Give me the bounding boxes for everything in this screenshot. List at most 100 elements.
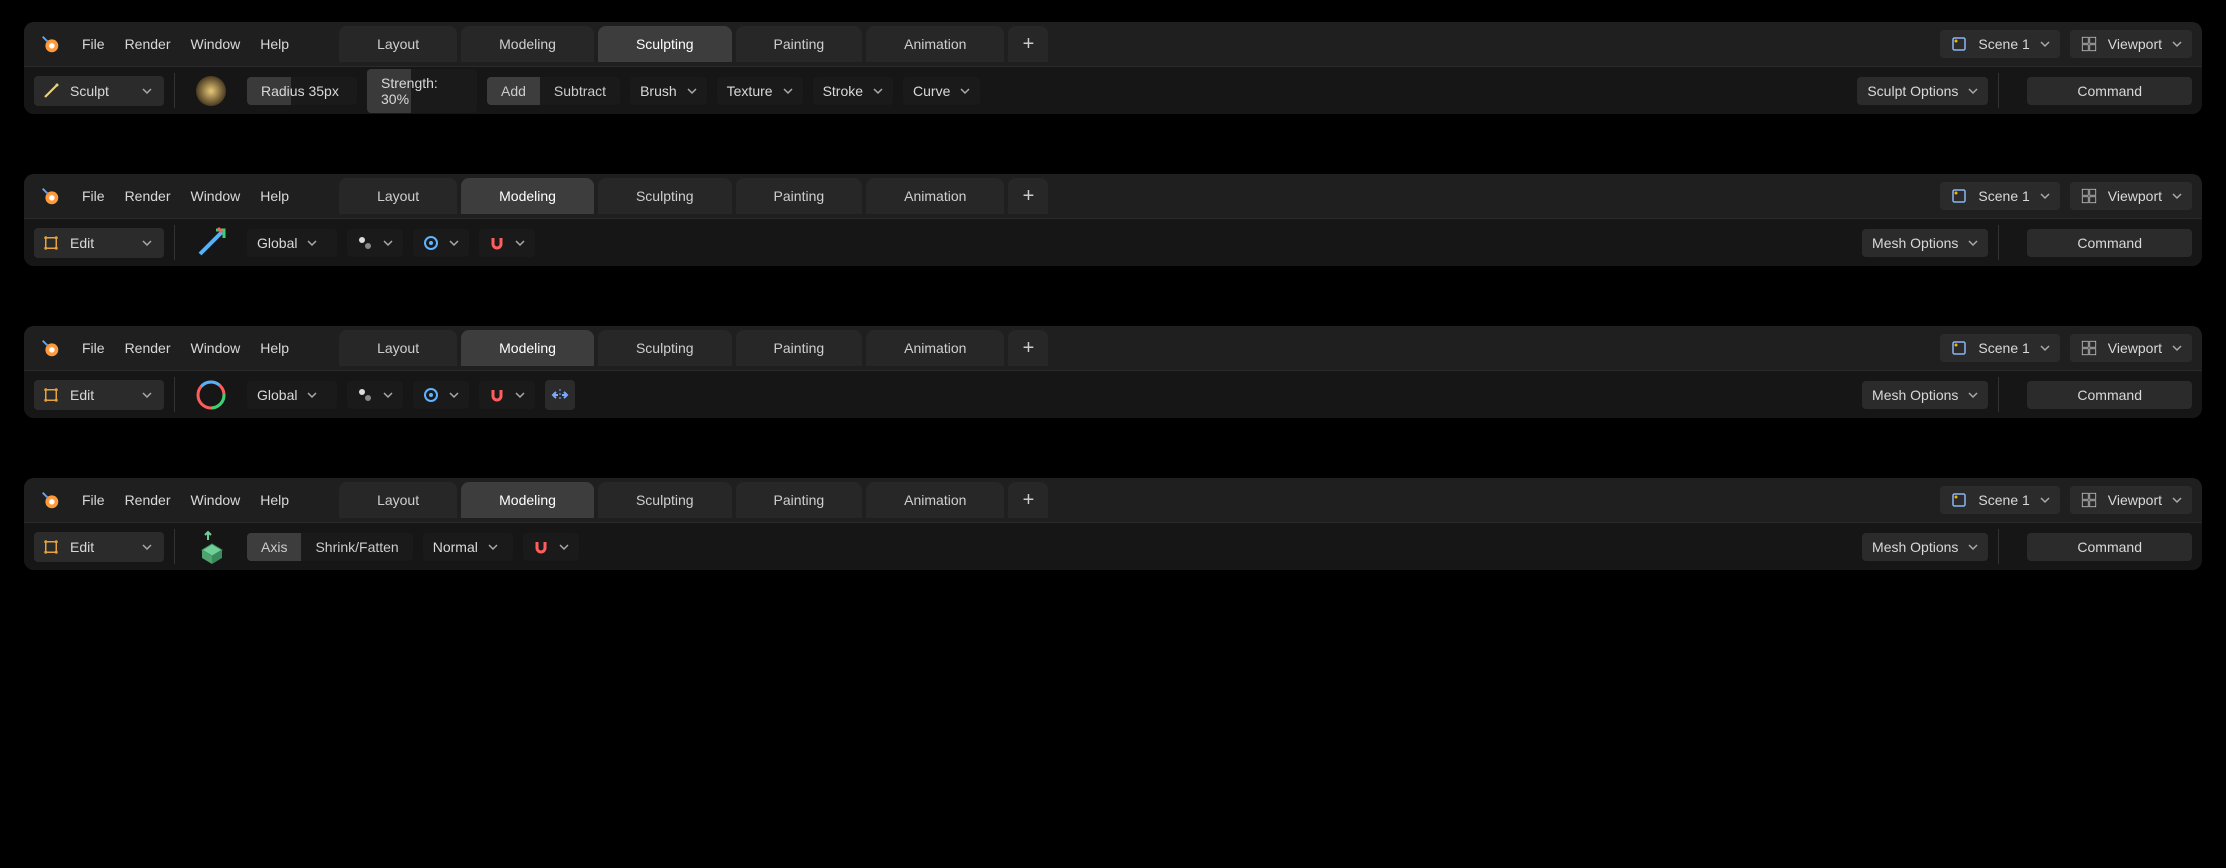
pivot-dropdown[interactable] [347, 381, 403, 409]
menu-file[interactable]: File [72, 334, 115, 362]
transform-orientation-dropdown[interactable]: Global [247, 229, 337, 257]
menu-help[interactable]: Help [250, 486, 299, 514]
brush-preview-icon[interactable] [193, 73, 229, 109]
app-logo [38, 336, 62, 360]
target-icon [423, 235, 439, 251]
menu-window[interactable]: Window [180, 486, 250, 514]
mirror-button[interactable] [545, 380, 575, 410]
brush-dropdown[interactable]: Brush [630, 77, 707, 105]
tab-layout[interactable]: Layout [339, 178, 457, 214]
mesh-options-dropdown[interactable]: Mesh Options [1862, 229, 1988, 257]
menu-help[interactable]: Help [250, 30, 299, 58]
chevron-down-icon [142, 86, 152, 96]
tab-layout[interactable]: Layout [339, 26, 457, 62]
tab-sculpting[interactable]: Sculpting [598, 330, 732, 366]
app-logo [38, 488, 62, 512]
tab-painting[interactable]: Painting [736, 26, 863, 62]
menu-render[interactable]: Render [115, 30, 181, 58]
edit-mode-icon [42, 538, 60, 556]
stroke-dropdown[interactable]: Stroke [813, 77, 893, 105]
edit-mode-icon [42, 386, 60, 404]
menu-window[interactable]: Window [180, 182, 250, 210]
magnet-icon [533, 539, 549, 555]
tab-modeling[interactable]: Modeling [461, 330, 594, 366]
snap-target-dropdown[interactable] [413, 381, 469, 409]
shrink-fatten-option[interactable]: Shrink/Fatten [301, 533, 412, 561]
extrude-tool-icon[interactable] [193, 529, 229, 565]
viewport-select[interactable]: Viewport [2070, 486, 2192, 514]
command-button[interactable]: Command [2027, 381, 2192, 409]
menu-window[interactable]: Window [180, 30, 250, 58]
add-tab-button[interactable]: + [1008, 178, 1048, 214]
mesh-options-dropdown[interactable]: Mesh Options [1862, 381, 1988, 409]
texture-dropdown[interactable]: Texture [717, 77, 803, 105]
scene-select[interactable]: Scene 1 [1940, 486, 2059, 514]
curve-dropdown[interactable]: Curve [903, 77, 980, 105]
command-button[interactable]: Command [2027, 533, 2192, 561]
mode-label: Sculpt [70, 83, 109, 99]
add-tab-button[interactable]: + [1008, 330, 1048, 366]
add-subtract-toggle[interactable]: Add Subtract [487, 77, 620, 105]
mirror-icon [551, 386, 569, 404]
command-button[interactable]: Command [2027, 229, 2192, 257]
axis-shrink-toggle[interactable]: Axis Shrink/Fatten [247, 533, 413, 561]
tab-layout[interactable]: Layout [339, 482, 457, 518]
tab-modeling[interactable]: Modeling [461, 178, 594, 214]
add-tab-button[interactable]: + [1008, 26, 1048, 62]
menu-help[interactable]: Help [250, 334, 299, 362]
menu-help[interactable]: Help [250, 182, 299, 210]
mode-select[interactable]: Sculpt [34, 76, 164, 106]
tab-modeling[interactable]: Modeling [461, 482, 594, 518]
viewport-select[interactable]: Viewport [2070, 334, 2192, 362]
axis-option[interactable]: Axis [247, 533, 301, 561]
tab-painting[interactable]: Painting [736, 330, 863, 366]
tab-sculpting[interactable]: Sculpting [598, 482, 732, 518]
menu-render[interactable]: Render [115, 182, 181, 210]
tab-animation[interactable]: Animation [866, 178, 1004, 214]
menu-window[interactable]: Window [180, 334, 250, 362]
strength-value: Strength: 30% [367, 69, 477, 113]
viewport-select[interactable]: Viewport [2070, 182, 2192, 210]
tab-sculpting[interactable]: Sculpting [598, 26, 732, 62]
tab-layout[interactable]: Layout [339, 330, 457, 366]
snap-magnet-dropdown[interactable] [523, 533, 579, 561]
menu-render[interactable]: Render [115, 486, 181, 514]
command-button[interactable]: Command [2027, 77, 2192, 105]
strength-slider[interactable]: Strength: 30% [367, 69, 477, 113]
subtract-option[interactable]: Subtract [540, 77, 620, 105]
snap-magnet-dropdown[interactable] [479, 381, 535, 409]
tab-animation[interactable]: Animation [866, 26, 1004, 62]
sculpt-options-dropdown[interactable]: Sculpt Options [1857, 77, 1988, 105]
mode-select[interactable]: Edit [34, 532, 164, 562]
normal-dropdown[interactable]: Normal [423, 533, 513, 561]
pivot-dropdown[interactable] [347, 229, 403, 257]
rotate-tool-icon[interactable] [193, 377, 229, 413]
add-option[interactable]: Add [487, 77, 540, 105]
scene-select[interactable]: Scene 1 [1940, 30, 2059, 58]
menu-file[interactable]: File [72, 182, 115, 210]
add-tab-button[interactable]: + [1008, 482, 1048, 518]
menu-file[interactable]: File [72, 30, 115, 58]
tab-animation[interactable]: Animation [866, 330, 1004, 366]
transform-orientation-dropdown[interactable]: Global [247, 381, 337, 409]
tab-painting[interactable]: Painting [736, 178, 863, 214]
magnet-icon [489, 235, 505, 251]
tab-animation[interactable]: Animation [866, 482, 1004, 518]
mode-select[interactable]: Edit [34, 380, 164, 410]
snap-magnet-dropdown[interactable] [479, 229, 535, 257]
tab-modeling[interactable]: Modeling [461, 26, 594, 62]
tab-painting[interactable]: Painting [736, 482, 863, 518]
move-tool-icon[interactable] [193, 225, 229, 261]
menu-file[interactable]: File [72, 486, 115, 514]
pivot-icon [357, 235, 373, 251]
mode-select[interactable]: Edit [34, 228, 164, 258]
radius-slider[interactable]: Radius 35px [247, 77, 357, 105]
snap-target-dropdown[interactable] [413, 229, 469, 257]
radius-value: Radius 35px [247, 77, 353, 105]
scene-select[interactable]: Scene 1 [1940, 182, 2059, 210]
menu-render[interactable]: Render [115, 334, 181, 362]
tab-sculpting[interactable]: Sculpting [598, 178, 732, 214]
mesh-options-dropdown[interactable]: Mesh Options [1862, 533, 1988, 561]
viewport-select[interactable]: Viewport [2070, 30, 2192, 58]
scene-select[interactable]: Scene 1 [1940, 334, 2059, 362]
